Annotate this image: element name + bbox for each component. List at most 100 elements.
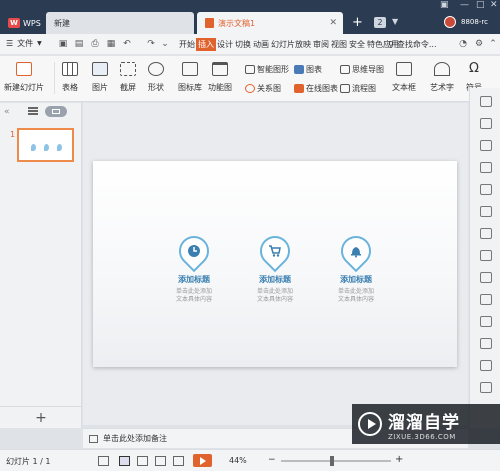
print-preview-icon[interactable]: ▦ <box>106 39 116 49</box>
window-count-badge[interactable]: 2 <box>374 17 386 28</box>
chevron-down-icon[interactable]: ▼ <box>392 17 398 26</box>
feature-block[interactable]: 添加标题 单击此处添加 文本具体内容 <box>326 229 386 304</box>
design-icon[interactable] <box>480 162 492 173</box>
ribbon-tabs: 开始 插入 设计 切换 动画 幻灯片放映 审阅 视图 安全 特色应用 <box>178 38 400 51</box>
settings-icon[interactable]: ⚙ <box>474 39 484 49</box>
chevron-down-icon[interactable]: ⌄ <box>160 39 170 49</box>
shape-button[interactable]: 形状 <box>148 62 164 93</box>
picture-icon[interactable] <box>480 250 492 261</box>
zoom-out-button[interactable]: − <box>268 455 276 465</box>
play-logo-icon <box>358 412 382 436</box>
tab-new[interactable]: 新建 <box>46 12 194 34</box>
icon-library-button[interactable]: 图标库 <box>178 62 202 93</box>
collapse-panel-icon[interactable]: « <box>4 107 10 117</box>
tab-review[interactable]: 审阅 <box>312 38 330 51</box>
chart-button[interactable]: 图表 <box>294 64 322 75</box>
slide-canvas[interactable]: 添加标题 单击此处添加 文本具体内容 添加标题 单击此处添加 文本具体内容 添加… <box>93 161 457 367</box>
close-icon[interactable]: ✕ <box>490 0 498 12</box>
screenshot-button[interactable]: 截屏 <box>120 62 136 93</box>
picture-button[interactable]: 图片 <box>92 62 108 93</box>
add-slide-button[interactable]: + <box>0 406 82 428</box>
command-search[interactable]: ⚲ 查找命令... <box>388 39 437 50</box>
table-label: 表格 <box>62 83 78 92</box>
arrange-icon[interactable] <box>480 96 492 107</box>
file-menu[interactable]: ☰ 文件 ▼ <box>6 38 42 49</box>
search-label: 查找命令... <box>396 40 437 49</box>
notes-toggle-icon[interactable] <box>98 456 109 466</box>
zoom-level[interactable]: 44% <box>229 456 247 465</box>
tab-animation[interactable]: 动画 <box>252 38 270 51</box>
slide-thumbnail[interactable] <box>17 128 74 162</box>
function-chart-button[interactable]: 功能图 <box>208 62 232 93</box>
chevron-up-icon[interactable]: ⌃ <box>488 39 498 49</box>
maximize-icon[interactable]: □ <box>476 0 485 12</box>
selection-icon[interactable] <box>480 118 492 129</box>
tab-view[interactable]: 视图 <box>330 38 348 51</box>
history-icon[interactable] <box>480 316 492 327</box>
properties-icon[interactable] <box>480 206 492 217</box>
tab-home[interactable]: 开始 <box>178 38 196 51</box>
bell-icon <box>349 244 363 258</box>
zoom-slider[interactable] <box>281 460 391 462</box>
new-slide-button[interactable]: 新建幻灯片 <box>4 62 44 93</box>
slide-thumbnail-panel: « 1 + <box>0 103 82 428</box>
tab-transition[interactable]: 切换 <box>234 38 252 51</box>
outline-view-icon[interactable] <box>173 456 184 466</box>
smart-graphic-label: 智能图形 <box>257 65 289 74</box>
icon-library-icon <box>182 62 198 76</box>
print-icon[interactable]: ⎙ <box>90 39 100 49</box>
format-icon[interactable] <box>480 140 492 151</box>
collaborate-icon[interactable]: ◔ <box>458 39 468 49</box>
smart-graphic-button[interactable]: 智能图形 <box>245 64 289 75</box>
share-icon[interactable] <box>480 272 492 283</box>
feature-block[interactable]: 添加标题 单击此处添加 文本具体内容 <box>164 229 224 304</box>
reading-view-icon[interactable] <box>155 456 166 466</box>
tab-security[interactable]: 安全 <box>348 38 366 51</box>
feature-title: 添加标题 <box>178 275 210 284</box>
art-text-button[interactable]: 艺术字 <box>430 62 454 93</box>
close-tab-icon[interactable]: ✕ <box>329 18 337 28</box>
text-box-button[interactable]: 文本框 <box>392 62 416 93</box>
chevron-down-icon: ▼ <box>37 40 42 47</box>
save-icon[interactable]: ▣ <box>58 39 68 49</box>
text-box-label: 文本框 <box>392 83 416 92</box>
tab-slideshow[interactable]: 幻灯片放映 <box>270 38 312 51</box>
tab-design[interactable]: 设计 <box>216 38 234 51</box>
slide-sorter-icon[interactable] <box>137 456 148 466</box>
zoom-in-button[interactable]: + <box>395 454 403 465</box>
skin-icon[interactable]: ▣ <box>440 0 449 12</box>
normal-view-icon[interactable] <box>119 456 130 466</box>
map-pin-icon <box>253 229 297 273</box>
play-slideshow-button[interactable] <box>193 454 212 467</box>
undo-icon[interactable]: ↶ <box>122 39 132 49</box>
tab-wps-home[interactable]: W WPS <box>0 12 42 34</box>
function-chart-icon <box>212 62 228 76</box>
tab-document[interactable]: 演示文稿1 ✕ <box>197 12 343 34</box>
tab-label: WPS <box>23 18 41 28</box>
relation-chart-button[interactable]: 关系图 <box>245 83 281 94</box>
username[interactable]: 8808-rc <box>461 18 488 26</box>
tab-insert[interactable]: 插入 <box>196 38 216 51</box>
export-pdf-icon[interactable]: ▤ <box>74 39 84 49</box>
backup-icon[interactable] <box>480 228 492 239</box>
animation-icon[interactable] <box>480 184 492 195</box>
minimize-icon[interactable]: — <box>460 0 469 12</box>
flow-chart-button[interactable]: 流程图 <box>340 83 376 94</box>
mind-map-button[interactable]: 思维导图 <box>340 64 384 75</box>
outline-view-icon[interactable] <box>28 107 38 116</box>
thumbnail-view-toggle[interactable] <box>45 106 67 117</box>
redo-icon[interactable]: ↷ <box>146 39 156 49</box>
relation-chart-icon <box>245 84 255 93</box>
time-icon[interactable] <box>480 360 492 371</box>
art-text-label: 艺术字 <box>430 83 454 92</box>
feature-block[interactable]: 添加标题 单击此处添加 文本具体内容 <box>245 229 305 304</box>
toolbox-icon[interactable] <box>480 338 492 349</box>
table-button[interactable]: 表格 <box>62 62 78 93</box>
transition-icon[interactable] <box>480 294 492 305</box>
zoom-slider-handle[interactable] <box>330 456 334 466</box>
help-icon[interactable] <box>480 382 492 393</box>
watermark-overlay: 溜溜自学 ZIXUE.3D66.COM <box>352 404 500 444</box>
avatar[interactable] <box>444 16 456 28</box>
new-tab-button[interactable]: + <box>352 15 363 30</box>
online-chart-button[interactable]: 在线图表 <box>294 83 338 94</box>
